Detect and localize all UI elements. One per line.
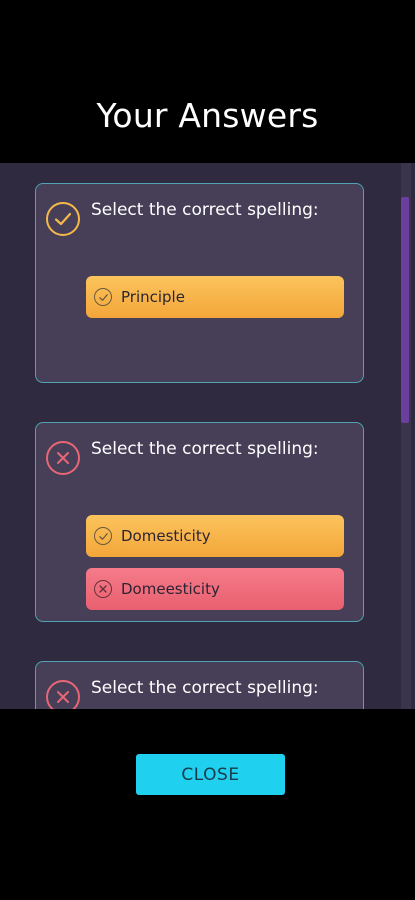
check-circle-icon (94, 288, 112, 306)
x-circle-icon (94, 580, 112, 598)
answer-option-correct: Domesticity (86, 515, 344, 557)
check-circle-icon (94, 527, 112, 545)
question-text: Select the correct spelling: (91, 200, 319, 220)
answer-card: Select the correct spelling: (35, 661, 364, 709)
correct-status-icon (46, 202, 80, 236)
answer-option-correct: Principle (86, 276, 344, 318)
wrong-status-icon (46, 441, 80, 475)
close-button[interactable]: CLOSE (136, 754, 285, 795)
question-text: Select the correct spelling: (91, 439, 319, 459)
option-label: Domeesticity (121, 580, 220, 598)
wrong-status-icon (46, 680, 80, 709)
answer-option-wrong: Domeesticity (86, 568, 344, 610)
answers-list[interactable]: Select the correct spelling: Principle S… (0, 163, 415, 709)
answer-card: Select the correct spelling: Domesticity… (35, 422, 364, 622)
answer-card: Select the correct spelling: Principle (35, 183, 364, 383)
option-label: Principle (121, 288, 185, 306)
option-label: Domesticity (121, 527, 211, 545)
scrollbar-thumb[interactable] (401, 197, 409, 423)
page-title: Your Answers (96, 96, 319, 135)
question-text: Select the correct spelling: (91, 678, 319, 698)
